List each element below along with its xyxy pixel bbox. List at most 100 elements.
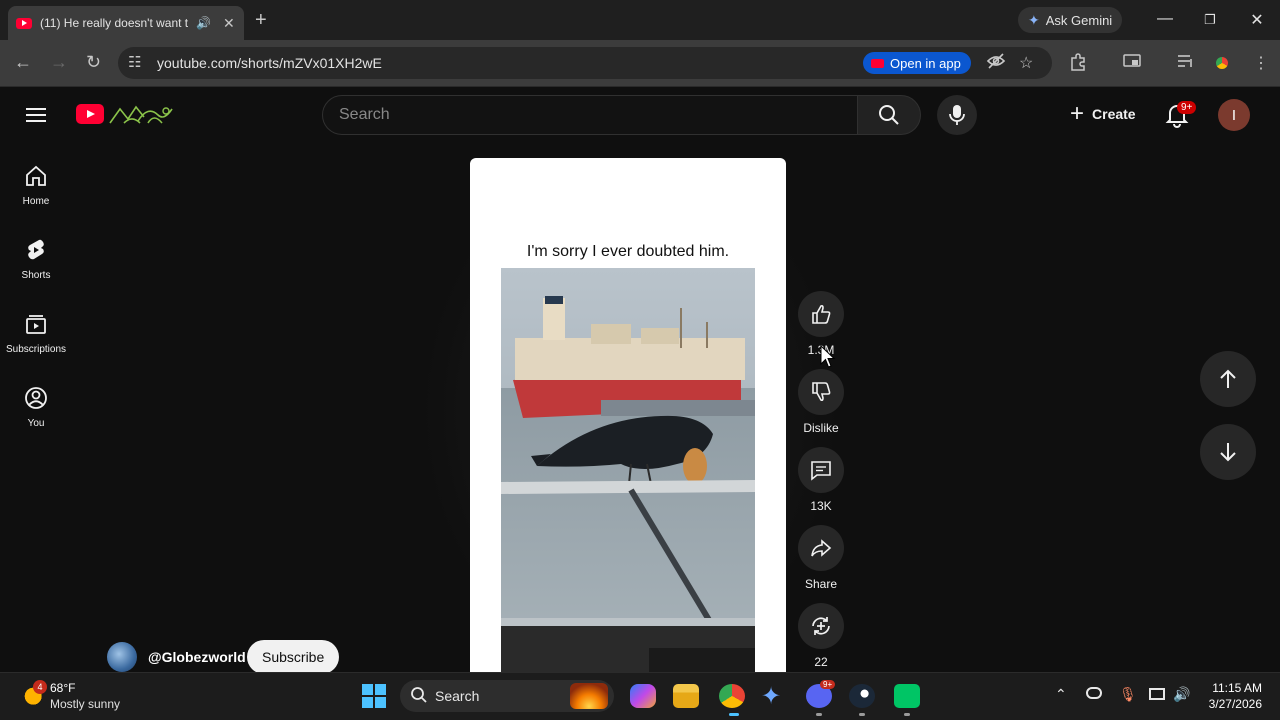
- active-app-indicator: [729, 713, 739, 716]
- file-explorer-icon[interactable]: [673, 684, 699, 708]
- taskbar-search-icon: [411, 687, 427, 703]
- gemini-icon: ✦: [1028, 11, 1040, 28]
- weather-temperature[interactable]: 68°F: [50, 681, 75, 695]
- mouse-cursor-icon: [820, 345, 836, 368]
- arrow-up-icon: [1220, 369, 1236, 388]
- site-info-icon[interactable]: ☷: [128, 53, 141, 71]
- microphone-in-use-icon[interactable]: 🎙: [1119, 686, 1137, 703]
- sidebar-item-you[interactable]: You: [0, 386, 72, 429]
- open-in-app-button[interactable]: Open in app: [863, 52, 971, 74]
- comment-count: 13K: [810, 499, 832, 513]
- restore-icon[interactable]: ❐: [1200, 12, 1220, 28]
- ask-gemini-button[interactable]: ✦ Ask Gemini: [1018, 7, 1123, 33]
- share-button[interactable]: [798, 525, 844, 571]
- gemini-taskbar-icon[interactable]: ✦: [761, 682, 781, 711]
- bookmark-star-icon[interactable]: ☆: [1019, 53, 1033, 73]
- search-icon: [879, 105, 899, 125]
- forward-icon[interactable]: →: [50, 52, 68, 73]
- microphone-icon: [949, 105, 965, 125]
- you-icon: [25, 387, 47, 409]
- close-tab-icon[interactable]: ✕: [223, 15, 235, 32]
- minimize-icon[interactable]: —: [1155, 10, 1175, 28]
- account-avatar[interactable]: I: [1218, 99, 1250, 131]
- sidebar-item-shorts[interactable]: Shorts: [0, 238, 72, 281]
- notification-badge: 9+: [1177, 101, 1197, 114]
- extensions-icon[interactable]: [1069, 53, 1087, 76]
- weather-condition[interactable]: Mostly sunny: [50, 697, 120, 711]
- windows-start-icon[interactable]: [362, 684, 386, 708]
- remix-button[interactable]: [798, 603, 844, 649]
- search-placeholder: Search: [339, 106, 390, 123]
- network-icon[interactable]: [1149, 688, 1165, 700]
- app-indicator: [904, 713, 910, 716]
- profile-icon[interactable]: [1213, 54, 1231, 72]
- taskbar-date[interactable]: 3/27/2026: [1196, 697, 1262, 711]
- search-button[interactable]: [857, 95, 921, 135]
- open-in-app-label: Open in app: [890, 55, 961, 71]
- sidebar-item-label: Home: [22, 196, 50, 207]
- short-video-player[interactable]: I'm sorry I ever doubted him.: [470, 158, 786, 672]
- tab-title: (11) He really doesn't want to: [40, 16, 188, 30]
- remix-count: 22: [814, 655, 828, 669]
- reload-icon[interactable]: ↻: [86, 52, 101, 73]
- home-icon: [26, 165, 46, 186]
- dislike-button[interactable]: [798, 369, 844, 415]
- arrow-down-icon: [1220, 443, 1236, 462]
- back-icon[interactable]: ←: [14, 52, 32, 73]
- share-label: Share: [804, 577, 838, 591]
- youtube-logo-icon[interactable]: [76, 104, 104, 124]
- create-button[interactable]: + Create: [1060, 96, 1150, 132]
- doodle-logo-icon[interactable]: [108, 101, 176, 127]
- app-indicator: [859, 713, 865, 716]
- cast-icon[interactable]: [1123, 53, 1141, 74]
- sidebar-item-label: Shorts: [21, 270, 51, 281]
- taskbar-search-label: Search: [435, 688, 480, 704]
- plus-icon: +: [1070, 100, 1085, 127]
- weather-badge: 4: [33, 680, 47, 694]
- new-tab-button[interactable]: +: [255, 9, 267, 32]
- share-arrow-icon: [811, 539, 832, 557]
- search-highlight-image[interactable]: [570, 683, 608, 709]
- media-controls-icon[interactable]: [1177, 53, 1195, 74]
- volume-icon[interactable]: 🔊: [1173, 686, 1190, 703]
- ask-gemini-label: Ask Gemini: [1045, 12, 1113, 28]
- speaker-icon[interactable]: 🔊: [196, 16, 211, 30]
- previous-short-button[interactable]: [1200, 351, 1256, 407]
- taskbar-clock[interactable]: 11:15 AM: [1204, 681, 1262, 695]
- browser-tab[interactable]: (11) He really doesn't want to 🔊 ✕: [8, 6, 244, 40]
- shorts-icon: [28, 239, 44, 260]
- menu-icon[interactable]: [26, 104, 46, 126]
- channel-avatar[interactable]: [107, 642, 137, 672]
- show-hidden-icons-chevron-icon[interactable]: ⌃: [1055, 686, 1067, 703]
- search-input[interactable]: [322, 95, 858, 135]
- next-short-button[interactable]: [1200, 424, 1256, 480]
- steam-icon[interactable]: [849, 684, 875, 708]
- subscribe-button[interactable]: Subscribe: [247, 640, 340, 674]
- voice-search-button[interactable]: [937, 95, 977, 135]
- create-label: Create: [1092, 106, 1136, 122]
- sidebar-item-subscriptions[interactable]: Subscriptions: [0, 312, 72, 355]
- youtube-app-icon: [871, 58, 884, 68]
- dislike-label: Dislike: [803, 421, 839, 435]
- onedrive-icon[interactable]: [1086, 687, 1102, 699]
- comment-icon: [811, 461, 831, 481]
- like-button[interactable]: [798, 291, 844, 337]
- copilot-icon[interactable]: [630, 684, 656, 708]
- app-indicator: [816, 713, 822, 716]
- sidebar-item-label: You: [27, 418, 45, 429]
- youtube-favicon-icon: [16, 17, 32, 29]
- close-window-icon[interactable]: ✕: [1247, 10, 1267, 30]
- video-frame[interactable]: [501, 268, 755, 672]
- comments-button[interactable]: [798, 447, 844, 493]
- sidebar-item-label: Subscriptions: [5, 344, 67, 355]
- thumbs-down-icon: [812, 382, 831, 402]
- eye-off-icon[interactable]: [986, 53, 1006, 74]
- video-caption: I'm sorry I ever doubted him.: [526, 243, 730, 260]
- sidebar-item-home[interactable]: Home: [0, 164, 72, 207]
- browser-menu-icon[interactable]: ⋮: [1253, 53, 1269, 73]
- discord-badge: 9+: [820, 680, 836, 689]
- green-app-icon[interactable]: [894, 684, 920, 708]
- url-text[interactable]: youtube.com/shorts/mZVx01XH2wE: [157, 55, 382, 71]
- channel-name[interactable]: @Globezworld: [148, 649, 246, 665]
- chrome-icon[interactable]: [719, 684, 745, 708]
